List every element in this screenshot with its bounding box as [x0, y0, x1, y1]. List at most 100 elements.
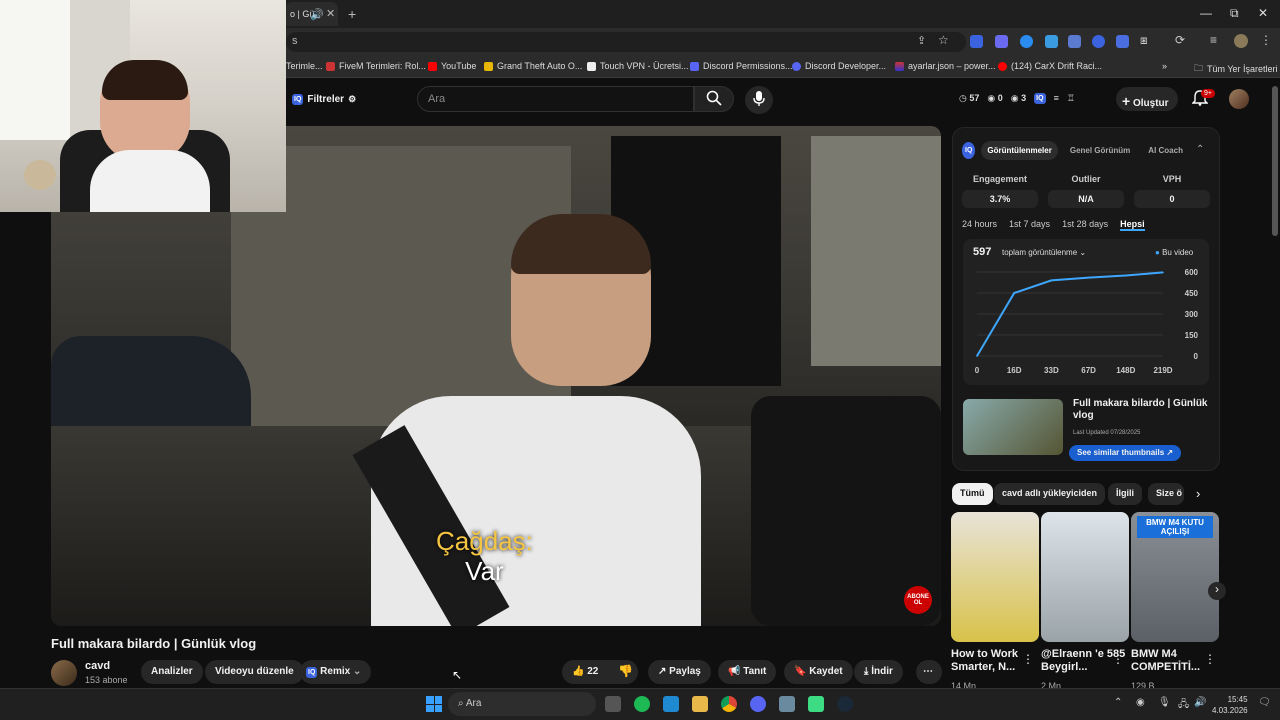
extension-icon[interactable]	[1116, 35, 1129, 48]
windows-start-icon[interactable]	[426, 696, 442, 712]
eye-icon: ◉	[1010, 93, 1019, 103]
views-dropdown[interactable]: toplam görüntülenme ⌄	[1002, 248, 1086, 257]
y-tick-label: 300	[1185, 310, 1199, 319]
list-icon: ≡	[1053, 93, 1059, 103]
tab-overview[interactable]: Genel Görünüm	[1064, 141, 1136, 160]
share-button[interactable]: ↗ Paylaş	[648, 660, 711, 684]
create-button[interactable]: + Oluştur	[1116, 87, 1178, 111]
tray-mic-icon[interactable]: 🎙	[1158, 697, 1171, 708]
extension-icon[interactable]	[970, 35, 983, 48]
video-thumbnail[interactable]	[963, 399, 1063, 455]
folder-icon: 🗀	[1194, 63, 1204, 73]
volume-icon[interactable]: 🔊	[1194, 697, 1206, 708]
app-icon[interactable]	[808, 696, 824, 712]
bookmark-item[interactable]: Discord Developer...	[792, 61, 886, 71]
app-icon[interactable]	[779, 696, 795, 712]
chip-for-you[interactable]: Size ö	[1148, 483, 1184, 505]
subtitle-speaker: Çağdaş:	[436, 526, 533, 556]
notification-center-icon[interactable]: 🗨	[1258, 697, 1271, 708]
dislike-icon[interactable]: 👎	[618, 664, 633, 678]
address-input[interactable]: s	[286, 32, 966, 52]
bookmark-item[interactable]: Terimle...	[286, 61, 323, 71]
network-icon[interactable]: 🖧	[1178, 697, 1189, 714]
account-avatar[interactable]	[1229, 89, 1249, 109]
profile-switch-icon[interactable]: ⟳	[1175, 33, 1185, 47]
channel-name[interactable]: cavd	[85, 660, 110, 672]
bookmark-item[interactable]: ayarlar.json – power...	[895, 61, 996, 71]
search-input[interactable]: Ara	[417, 86, 694, 112]
bookmark-item[interactable]: Discord Permissions...	[690, 61, 793, 71]
similar-thumbnails-button[interactable]: See similar thumbnails ↗	[1069, 445, 1182, 461]
discord-icon[interactable]	[750, 696, 766, 712]
chip-related[interactable]: İlgili	[1108, 483, 1142, 505]
filters-button[interactable]: IQ Filtreler ⚙	[292, 89, 356, 109]
extension-icon[interactable]	[1068, 35, 1081, 48]
tab-views[interactable]: Görüntülenmeler	[981, 140, 1058, 160]
related-thumbnail[interactable]	[1041, 512, 1129, 642]
subscribe-watermark[interactable]: ABONE OL	[904, 586, 932, 614]
channel-avatar[interactable]	[51, 660, 77, 686]
bookmark-item[interactable]: YouTube	[428, 61, 476, 71]
range-28d[interactable]: 1st 28 days	[1062, 219, 1108, 231]
voice-search-button[interactable]	[745, 86, 773, 114]
all-bookmarks[interactable]: 🗀 Tüm Yer İşaretleri	[1194, 61, 1278, 77]
more-options-icon[interactable]: ⋮	[1204, 652, 1216, 666]
more-actions-icon[interactable]: ⋯	[916, 660, 942, 684]
file-explorer-icon[interactable]	[692, 696, 708, 712]
bookmarks-overflow-icon[interactable]: »	[1162, 61, 1167, 71]
bookmark-icon	[587, 61, 596, 71]
scrollbar[interactable]	[1272, 86, 1278, 236]
extension-icon[interactable]	[1092, 35, 1105, 48]
range-24h[interactable]: 24 hours	[962, 219, 997, 231]
extension-icon[interactable]	[995, 35, 1008, 48]
taskbar-clock[interactable]: 15:45 4.03.2026	[1212, 694, 1248, 716]
close-window-icon[interactable]: ✕	[1258, 6, 1268, 20]
promote-button[interactable]: 📢 Tanıt	[718, 660, 777, 684]
collapse-chevron-icon[interactable]: ⌃	[1196, 144, 1204, 155]
analytics-button[interactable]: Analizler	[141, 660, 203, 684]
taskbar-search[interactable]: ⌕ Ara	[448, 692, 596, 716]
download-button[interactable]: ⤓ İndir	[854, 660, 903, 684]
tray-discord-icon[interactable]: ◉	[1136, 697, 1145, 708]
clock-date: 4.03.2026	[1212, 706, 1248, 715]
bookmark-item[interactable]: FiveM Terimleri: Rol...	[326, 61, 426, 71]
range-all[interactable]: Hepsi	[1120, 219, 1145, 231]
extensions-puzzle-icon[interactable]: ⧆	[1140, 33, 1148, 48]
save-button[interactable]: 🔖 Kaydet	[784, 660, 853, 684]
youtube-icon	[998, 61, 1007, 71]
search-button[interactable]	[694, 86, 734, 112]
more-options-icon[interactable]: ⋮	[1022, 652, 1034, 666]
chips-next-icon[interactable]: ›	[1196, 486, 1200, 501]
more-options-icon[interactable]: ⋮	[1112, 652, 1124, 666]
edit-video-button[interactable]: Videoyu düzenle	[205, 660, 304, 684]
extension-icon[interactable]	[1020, 35, 1033, 48]
extension-icon[interactable]	[1045, 35, 1058, 48]
chrome-icon[interactable]	[721, 696, 737, 712]
range-7d[interactable]: 1st 7 days	[1009, 219, 1050, 231]
bookmark-item[interactable]: Grand Theft Auto O...	[484, 61, 582, 71]
spotify-icon[interactable]	[634, 696, 650, 712]
chip-all[interactable]: Tümü	[952, 483, 993, 505]
bookmark-star-icon[interactable]: ☆	[938, 33, 949, 47]
vscode-icon[interactable]	[663, 696, 679, 712]
tab-ai-coach[interactable]: AI Coach	[1142, 141, 1189, 160]
tray-chevron-icon[interactable]: ⌃	[1114, 697, 1122, 708]
tab-close-icon[interactable]: ✕	[326, 7, 335, 20]
related-next-icon[interactable]: ›	[1208, 582, 1226, 600]
chip-from-uploader[interactable]: cavd adlı yükleyiciden	[994, 483, 1106, 505]
chrome-menu-icon[interactable]: ⋮	[1260, 33, 1272, 47]
new-tab-icon[interactable]: +	[348, 6, 356, 22]
profile-avatar[interactable]	[1234, 34, 1248, 48]
bookmark-item[interactable]: (124) CarX Drift Raci...	[998, 61, 1102, 71]
task-view-icon[interactable]	[605, 696, 621, 712]
minimize-icon[interactable]: —	[1200, 6, 1212, 20]
tab-audio-icon[interactable]: 🔊	[310, 8, 324, 21]
bookmark-item[interactable]: Touch VPN - Ücretsi...	[587, 61, 689, 71]
reading-list-icon[interactable]: ≡	[1210, 33, 1217, 47]
related-thumbnail[interactable]: BMW M4 KUTU AÇILIŞI	[1131, 512, 1219, 642]
steam-icon[interactable]	[837, 696, 853, 712]
remix-button[interactable]: IQ Remix ⌄	[300, 660, 372, 684]
install-icon[interactable]: ⇪	[917, 34, 926, 47]
related-thumbnail[interactable]	[951, 512, 1039, 642]
maximize-icon[interactable]: ⧉	[1230, 6, 1239, 21]
